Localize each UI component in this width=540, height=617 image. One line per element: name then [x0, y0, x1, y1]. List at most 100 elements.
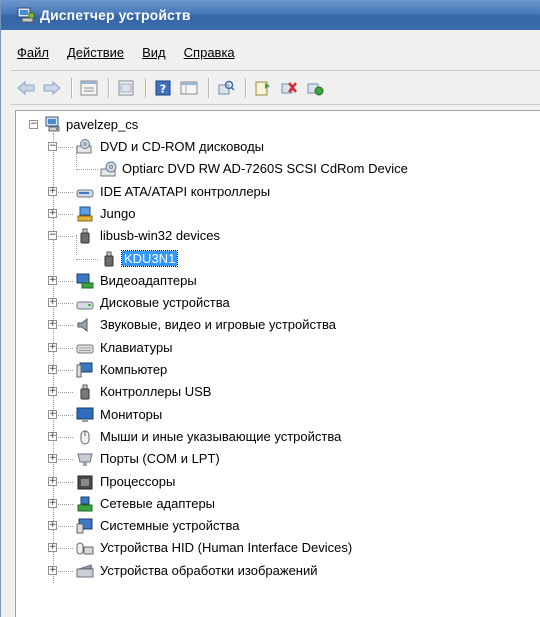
display-adapter-icon [76, 273, 94, 289]
computer-icon [76, 362, 94, 378]
ide-controller-icon [76, 184, 94, 200]
toolbar-separator [145, 78, 146, 98]
tree-device-item[interactable]: KDU3N1 [16, 249, 536, 269]
expand-toggle[interactable]: + [48, 476, 57, 486]
tree-item-label: libusb-win32 devices [100, 228, 220, 244]
tree-item-label: Устройства HID (Human Interface Devices) [100, 540, 353, 556]
tree-category-item[interactable]: + Мыши и иные указывающие устройства [16, 427, 536, 447]
expand-toggle[interactable]: + [48, 186, 57, 196]
tree-item-label: Звуковые, видео и игровые устройства [100, 317, 336, 333]
expand-toggle[interactable]: + [48, 387, 57, 397]
menu-help[interactable]: Справка [184, 45, 235, 60]
tree-device-item[interactable]: Optiarc DVD RW AD-7260S SCSI CdRom Devic… [16, 159, 536, 179]
help-button[interactable]: ? [152, 77, 174, 99]
dvd-drive-icon [76, 139, 94, 155]
tree-item-label: Jungo [100, 205, 136, 221]
uninstall-icon [281, 82, 297, 94]
tree-item-label: DVD и CD-ROM дисководы [100, 139, 265, 154]
update-driver-icon [255, 81, 270, 96]
tree-category-item[interactable]: − DVD и CD-ROM дисководы [16, 137, 536, 157]
tree-item-label: Компьютер [100, 362, 168, 377]
tree-category-item[interactable]: + Контроллеры USB [16, 382, 536, 402]
menu-action[interactable]: Действие [67, 45, 124, 60]
tree-item-label: Процессоры [100, 473, 176, 489]
expand-toggle[interactable]: + [48, 565, 57, 575]
help-icon: ? [155, 80, 171, 96]
tree-category-item[interactable]: + Системные устройства [16, 516, 536, 536]
back-arrow-icon [17, 81, 35, 95]
collapse-toggle[interactable]: − [48, 142, 57, 151]
tree-category-item[interactable]: + Порты (COM и LPT) [16, 449, 536, 469]
expand-toggle[interactable]: + [48, 521, 57, 531]
tree-category-item[interactable]: + Устройства обработки изображений [16, 561, 536, 581]
expand-toggle[interactable]: + [48, 275, 57, 285]
port-icon [76, 451, 94, 467]
tree-item-label: Клавиатуры [100, 339, 173, 355]
tree-item-label: Системные устройства [100, 518, 240, 534]
usb-device-icon [100, 251, 118, 267]
menu-separator [11, 70, 540, 71]
hid-icon [76, 540, 94, 556]
toolbar: ? [15, 76, 330, 100]
expand-toggle[interactable]: + [48, 320, 57, 330]
toolbar-separator [208, 78, 209, 98]
tree-category-item[interactable]: + IDE ATA/ATAPI контроллеры [16, 182, 536, 202]
expand-toggle[interactable]: + [48, 365, 57, 374]
expand-toggle[interactable]: + [48, 342, 57, 352]
view-button[interactable] [178, 77, 200, 99]
tree-category-item[interactable]: + Мониторы [16, 405, 536, 425]
tree-root[interactable]: − pavelzep_cs [16, 115, 316, 135]
enable-device-button[interactable] [304, 77, 326, 99]
show-hide-button[interactable] [115, 77, 137, 99]
disk-drive-icon [76, 295, 94, 311]
menu-file[interactable]: Файл [17, 45, 49, 60]
expand-toggle[interactable]: + [48, 208, 57, 218]
toolbar-separator [71, 78, 72, 98]
tree-connector [76, 169, 98, 171]
tree-item-label: Мониторы [100, 406, 163, 422]
tree-category-item[interactable]: + Дисковые устройства [16, 293, 536, 313]
selected-device-label: KDU3N1 [120, 249, 179, 267]
scan-hardware-button[interactable] [215, 77, 237, 99]
imaging-device-icon [76, 563, 94, 579]
forward-button[interactable] [41, 77, 63, 99]
title-bar[interactable]: Диспетчер устройств [1, 0, 540, 30]
tree-category-item[interactable]: + Компьютер [16, 360, 536, 380]
tree-category-item[interactable]: + Видеоадаптеры [16, 271, 536, 291]
toolbar-separator-line [11, 104, 540, 105]
tree-item-label: Optiarc DVD RW AD-7260S SCSI CdRom Devic… [122, 161, 408, 177]
properties-button[interactable] [78, 77, 100, 99]
expand-toggle[interactable]: + [48, 498, 57, 508]
toolbar-separator [108, 78, 109, 98]
collapse-toggle[interactable]: − [48, 231, 57, 241]
expand-toggle[interactable]: + [48, 298, 57, 308]
device-tree[interactable]: − pavelzep_cs − DVD и CD-ROM дисководы Opt… [15, 110, 540, 617]
expand-toggle[interactable]: + [48, 409, 57, 419]
enable-device-icon [307, 83, 324, 96]
expand-toggle[interactable]: + [48, 454, 57, 464]
tree-category-item[interactable]: + Процессоры [16, 472, 536, 492]
menu-view[interactable]: Вид [142, 45, 166, 60]
tree-category-item[interactable]: + Jungo [16, 204, 536, 224]
tree-category-item[interactable]: + Звуковые, видео и игровые устройства [16, 315, 536, 335]
expand-toggle[interactable]: + [48, 431, 57, 441]
mouse-icon [76, 429, 94, 445]
tree-category-item[interactable]: + Сетевые адаптеры [16, 494, 536, 514]
tree-item-label: Устройства обработки изображений [100, 562, 318, 578]
tree-category-item[interactable]: + Устройства HID (Human Interface Devices… [16, 538, 536, 558]
update-driver-button[interactable] [252, 77, 274, 99]
toolbar-separator [245, 78, 246, 98]
jungo-icon [76, 206, 94, 222]
back-button[interactable] [15, 77, 37, 99]
tree-item-label: IDE ATA/ATAPI контроллеры [100, 183, 271, 199]
usb-controller-icon [76, 384, 94, 400]
computer-icon [44, 116, 62, 132]
uninstall-button[interactable] [278, 77, 300, 99]
sound-icon [76, 317, 94, 333]
network-adapter-icon [76, 496, 94, 512]
tree-category-item[interactable]: + Клавиатуры [16, 338, 536, 358]
collapse-toggle[interactable]: − [29, 120, 38, 129]
tree-connector [76, 258, 98, 260]
tree-category-item[interactable]: − libusb-win32 devices [16, 226, 536, 246]
expand-toggle[interactable]: + [48, 543, 57, 553]
